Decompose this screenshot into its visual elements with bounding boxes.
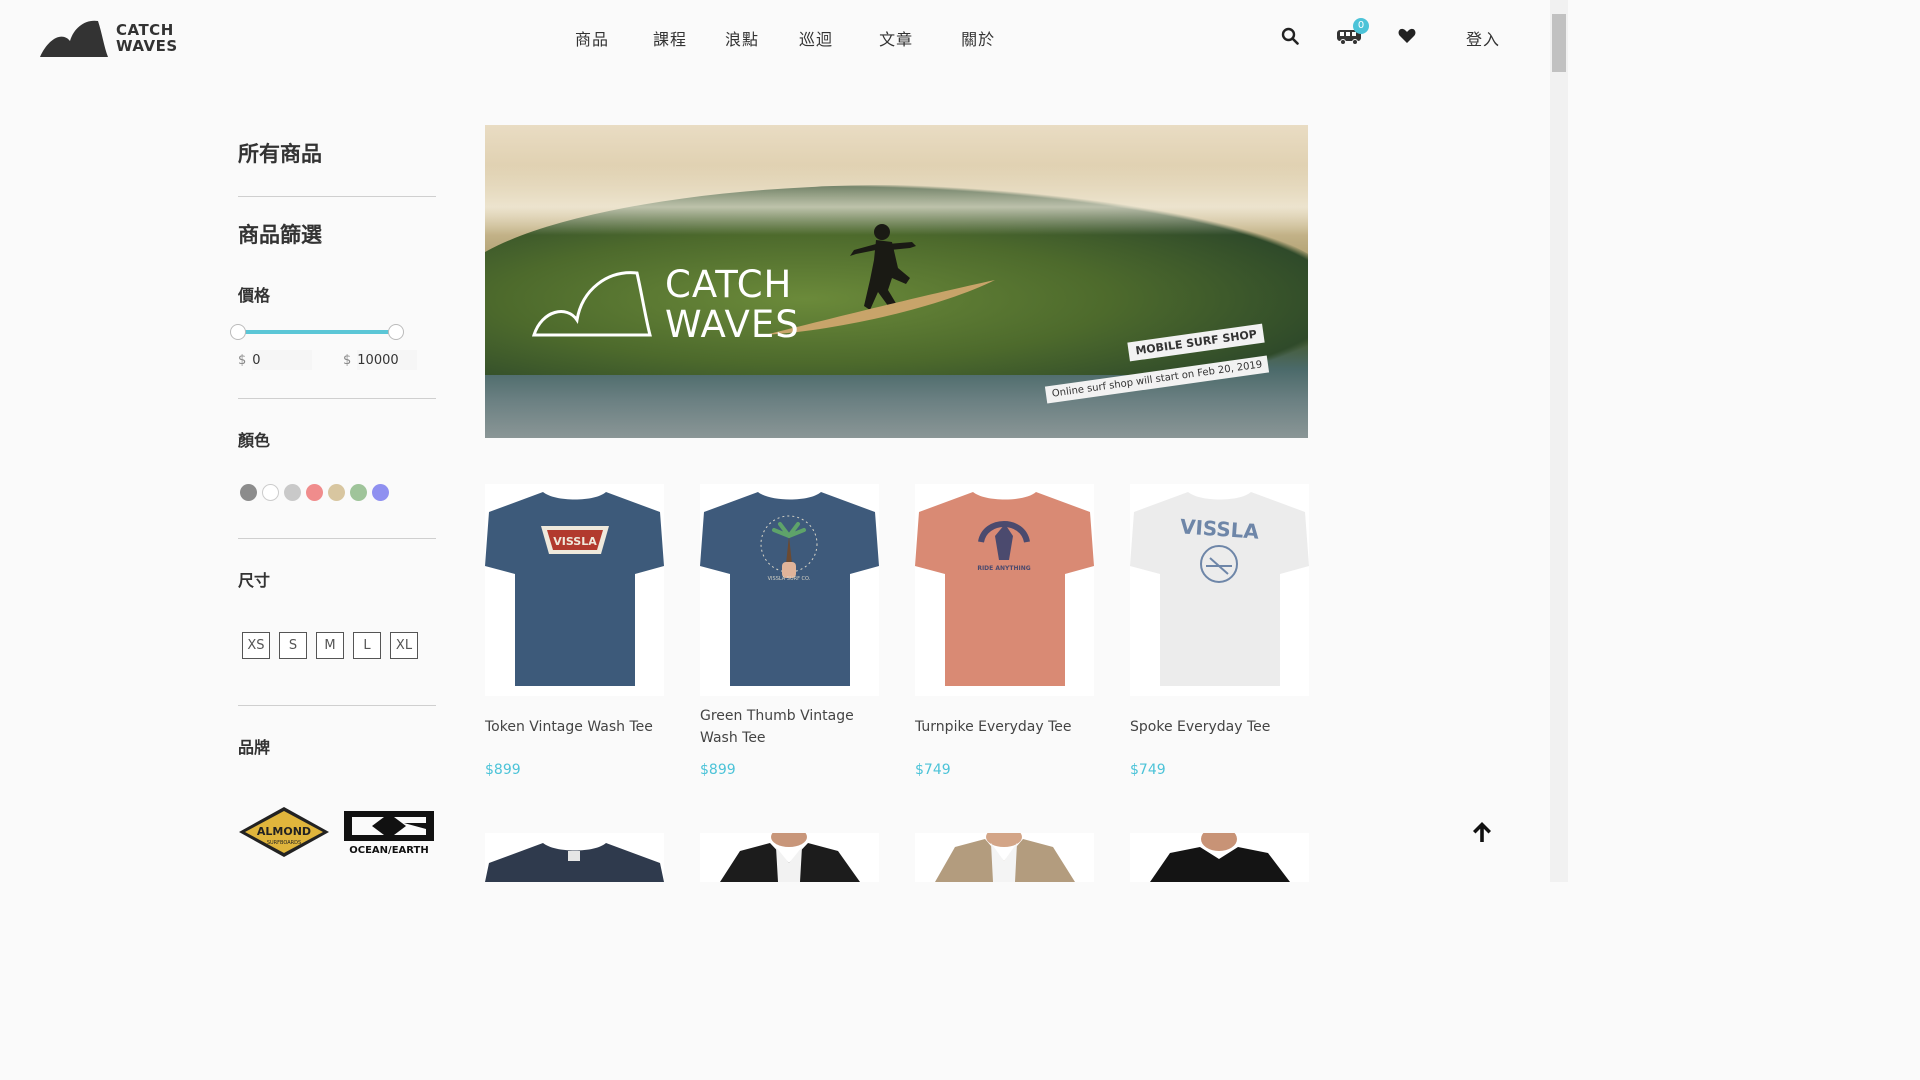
product-card[interactable]: VISSLA SURF CO. Green Thumb Vintage Wash…	[700, 484, 879, 778]
divider	[238, 398, 436, 399]
product-name[interactable]: Turnpike Everyday Tee	[915, 716, 1095, 738]
nav-articles[interactable]: 文章	[879, 26, 913, 50]
wave-logo-icon	[40, 20, 108, 57]
color-swatch[interactable]	[306, 484, 323, 501]
tshirt-image	[485, 843, 664, 882]
nav-spots[interactable]: 浪點	[725, 26, 759, 50]
jacket-image	[700, 833, 879, 882]
svg-text:VISSLA SURF CO.: VISSLA SURF CO.	[768, 576, 811, 582]
banner-wave-logo-icon	[532, 271, 652, 337]
product-price: $899	[485, 762, 521, 778]
tshirt-image: VISSLA SURF CO.	[700, 492, 879, 686]
price-min-field: $	[238, 350, 313, 370]
nav-courses[interactable]: 課程	[653, 26, 687, 50]
login-link[interactable]: 登入	[1466, 26, 1500, 50]
scrollbar-thumb[interactable]	[1552, 14, 1566, 72]
product-image[interactable]	[915, 833, 1094, 882]
price-min-handle[interactable]	[230, 324, 246, 340]
tshirt-image: VISSLA	[485, 492, 664, 686]
price-min-input[interactable]	[252, 350, 313, 370]
cart-count-badge: 0	[1353, 18, 1369, 34]
brand-ocean-earth-logo[interactable]: OCEAN/EARTH	[344, 806, 434, 858]
tshirt-image: VISSLA	[1130, 492, 1309, 686]
product-price: $899	[700, 762, 736, 778]
product-image[interactable]	[485, 833, 664, 882]
product-name[interactable]: Spoke Everyday Tee	[1130, 716, 1310, 738]
banner-title-line1: CATCH	[665, 263, 793, 306]
product-image[interactable]: RIDE ANYTHING	[915, 484, 1094, 696]
brand-almond-logo[interactable]: ALMOND SURFBOARDS	[238, 806, 330, 858]
currency-symbol: $	[238, 352, 247, 368]
product-name[interactable]: Token Vintage Wash Tee	[485, 716, 665, 738]
banner-title-line2: WAVES	[665, 303, 800, 346]
main-nav: 商品 課程 浪點 巡迴 文章 關於	[575, 26, 1039, 50]
svg-text:VISSLA: VISSLA	[553, 535, 597, 548]
logo-text: CATCH WAVES	[116, 22, 178, 54]
header: CATCH WAVES 商品 課程 浪點 巡迴 文章 關於 0 登入	[0, 0, 1550, 75]
banner-title: CATCH WAVES	[665, 265, 800, 345]
logo-line1: CATCH	[116, 21, 174, 39]
product-card[interactable]: VISSLA Token Vintage Wash Tee $899	[485, 484, 664, 778]
product-image[interactable]	[1130, 833, 1309, 882]
size-options: XS S M L XL	[242, 632, 427, 659]
product-image[interactable]: VISSLA SURF CO.	[700, 484, 879, 696]
size-l[interactable]: L	[353, 632, 381, 659]
heart-icon[interactable]	[1395, 24, 1419, 48]
product-card[interactable]: VISSLA Spoke Everyday Tee $749	[1130, 484, 1309, 778]
price-label: 價格	[238, 286, 271, 305]
nav-tour[interactable]: 巡迴	[799, 26, 833, 50]
nav-about[interactable]: 關於	[961, 26, 995, 50]
all-products-title[interactable]: 所有商品	[238, 138, 322, 168]
product-card[interactable]: RIDE ANYTHING Turnpike Everyday Tee $749	[915, 484, 1094, 778]
svg-text:ALMOND: ALMOND	[257, 825, 311, 838]
size-label: 尺寸	[238, 571, 271, 590]
product-name[interactable]: Green Thumb Vintage Wash Tee	[700, 705, 880, 749]
scrollbar-track[interactable]	[1550, 0, 1568, 882]
divider	[238, 196, 436, 197]
size-xl[interactable]: XL	[390, 632, 418, 659]
size-xs[interactable]: XS	[242, 632, 270, 659]
jacket-image	[915, 833, 1094, 882]
size-m[interactable]: M	[316, 632, 344, 659]
color-swatch[interactable]	[350, 484, 367, 501]
price-max-input[interactable]	[357, 350, 418, 370]
product-image[interactable]: VISSLA	[485, 484, 664, 696]
hero-banner[interactable]: CATCH WAVES MOBILE SURF SHOP Online surf…	[485, 125, 1308, 438]
currency-symbol: $	[343, 352, 352, 368]
svg-text:OCEAN/EARTH: OCEAN/EARTH	[349, 845, 428, 856]
color-swatch[interactable]	[328, 484, 345, 501]
divider	[238, 705, 436, 706]
site-logo[interactable]: CATCH WAVES	[40, 18, 180, 58]
price-max-handle[interactable]	[388, 324, 404, 340]
product-image[interactable]	[700, 833, 879, 882]
nav-products[interactable]: 商品	[575, 26, 609, 50]
color-label: 顏色	[238, 431, 271, 450]
product-image[interactable]: VISSLA	[1130, 484, 1309, 696]
product-card[interactable]	[485, 833, 664, 882]
arrow-up-icon[interactable]	[1470, 820, 1494, 844]
color-swatch[interactable]	[262, 484, 279, 501]
color-swatch[interactable]	[284, 484, 301, 501]
price-range-track[interactable]	[238, 330, 398, 334]
product-price: $749	[1130, 762, 1166, 778]
product-card[interactable]	[1130, 833, 1309, 882]
color-swatch[interactable]	[372, 484, 389, 501]
product-price: $749	[915, 762, 951, 778]
product-card[interactable]	[915, 833, 1094, 882]
size-s[interactable]: S	[279, 632, 307, 659]
jacket-image	[1130, 833, 1309, 882]
product-card[interactable]	[700, 833, 879, 882]
color-swatches	[240, 484, 394, 501]
logo-line2: WAVES	[116, 37, 178, 55]
color-swatch[interactable]	[240, 484, 257, 501]
page: CATCH WAVES 商品 課程 浪點 巡迴 文章 關於 0 登入 所有商品	[0, 0, 1568, 882]
brand-label: 品牌	[238, 738, 271, 757]
svg-text:SURFBOARDS: SURFBOARDS	[267, 840, 301, 846]
divider	[238, 538, 436, 539]
price-max-field: $	[343, 350, 418, 370]
svg-text:RIDE ANYTHING: RIDE ANYTHING	[977, 565, 1030, 572]
tshirt-image: RIDE ANYTHING	[915, 492, 1094, 686]
filter-title: 商品篩選	[238, 223, 322, 247]
search-icon[interactable]	[1278, 24, 1302, 48]
